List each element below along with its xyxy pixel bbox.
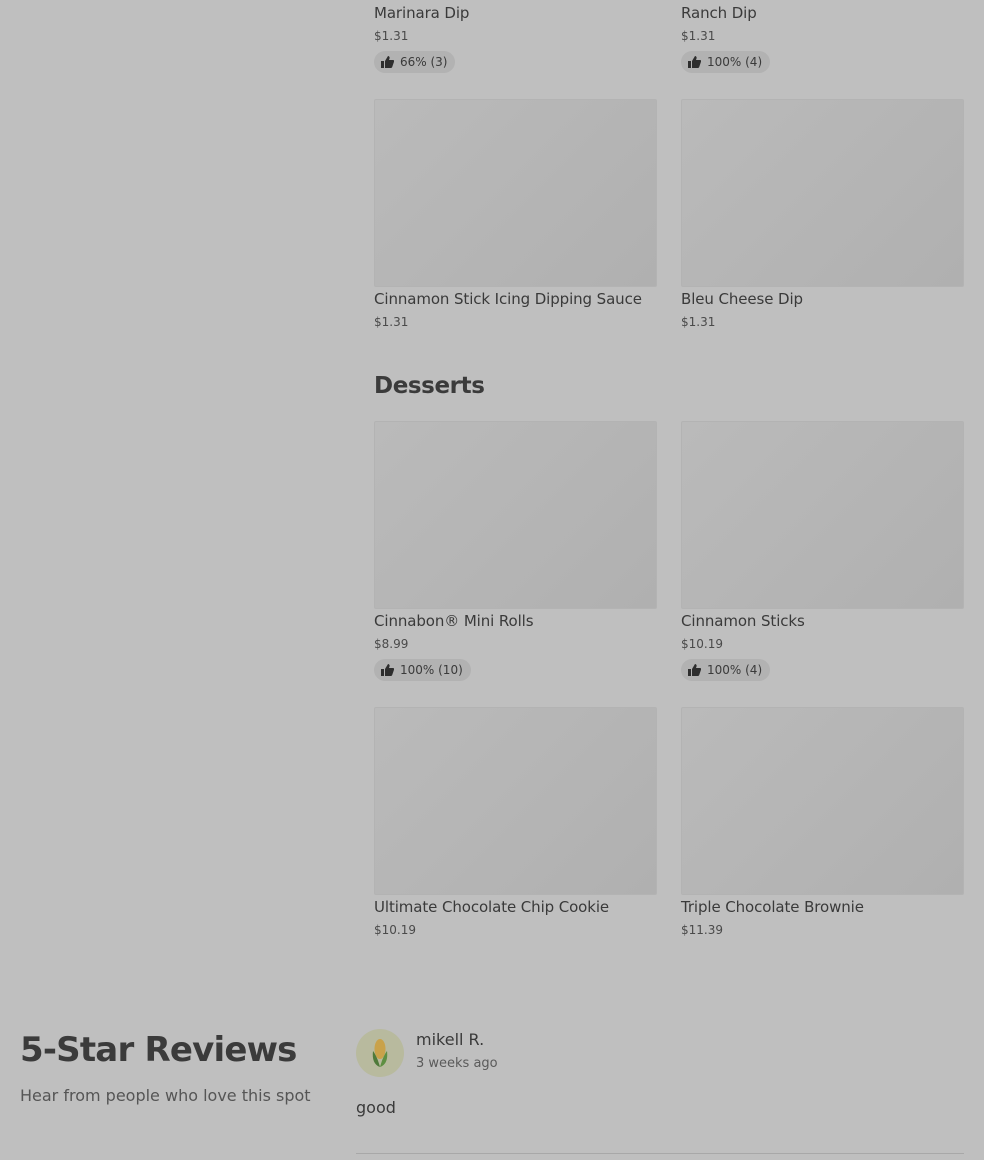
menu-item-card[interactable]: Marinara Dip $1.31 66% (3) (374, 0, 657, 75)
menu-item-card[interactable]: Cinnabon® Mini Rolls $8.99 100% (10) (374, 421, 657, 683)
item-price: $10.19 (681, 637, 723, 651)
reviews-subtitle: Hear from people who love this spot (20, 1086, 311, 1105)
item-name: Marinara Dip (374, 4, 470, 22)
item-image (374, 707, 657, 895)
rating-text: 66% (3) (400, 55, 448, 69)
item-name: Cinnamon Sticks (681, 612, 805, 630)
item-name: Triple Chocolate Brownie (681, 898, 864, 916)
reviewer-name: mikell R. (416, 1030, 485, 1049)
item-image (681, 421, 964, 609)
item-image (374, 421, 657, 609)
item-price: $10.19 (374, 923, 416, 937)
thumbs-up-icon (688, 664, 701, 676)
menu-item-card[interactable]: Ranch Dip $1.31 100% (4) (681, 0, 964, 75)
rating-badge: 100% (4) (681, 659, 771, 681)
menu-item-card[interactable]: Bleu Cheese Dip $1.31 (681, 99, 964, 339)
rating-badge: 100% (10) (374, 659, 471, 681)
item-price: $1.31 (681, 315, 716, 329)
menu-item-card[interactable]: Triple Chocolate Brownie $11.39 (681, 707, 964, 947)
reviews-heading: 5-Star Reviews (20, 1030, 297, 1070)
rating-text: 100% (4) (707, 55, 763, 69)
rating-text: 100% (10) (400, 663, 463, 677)
thumbs-up-icon (381, 56, 394, 68)
section-title-desserts: Desserts (374, 373, 485, 399)
item-name: Cinnabon® Mini Rolls (374, 612, 534, 630)
menu-item-card[interactable]: Cinnamon Stick Icing Dipping Sauce $1.31 (374, 99, 657, 339)
item-image (374, 99, 657, 287)
menu-item-card[interactable]: Cinnamon Sticks $10.19 100% (4) (681, 421, 964, 683)
item-price: $8.99 (374, 637, 409, 651)
item-image (681, 707, 964, 895)
thumbs-up-icon (688, 56, 701, 68)
item-price: $11.39 (681, 923, 723, 937)
item-name: Cinnamon Stick Icing Dipping Sauce (374, 290, 642, 308)
avatar (356, 1029, 404, 1077)
item-name: Bleu Cheese Dip (681, 290, 803, 308)
item-price: $1.31 (374, 315, 409, 329)
item-name: Ultimate Chocolate Chip Cookie (374, 898, 610, 916)
item-name: Ranch Dip (681, 4, 757, 22)
thumbs-up-icon (381, 664, 394, 676)
rating-badge: 66% (3) (374, 51, 456, 73)
review-timestamp: 3 weeks ago (416, 1056, 498, 1071)
divider (356, 1153, 964, 1154)
rating-badge: 100% (4) (681, 51, 771, 73)
item-image (681, 99, 964, 287)
corn-icon (372, 1039, 388, 1067)
item-price: $1.31 (681, 29, 716, 43)
review-text: good (356, 1098, 396, 1117)
rating-text: 100% (4) (707, 663, 763, 677)
menu-item-card[interactable]: Ultimate Chocolate Chip Cookie $10.19 (374, 707, 657, 947)
item-price: $1.31 (374, 29, 409, 43)
